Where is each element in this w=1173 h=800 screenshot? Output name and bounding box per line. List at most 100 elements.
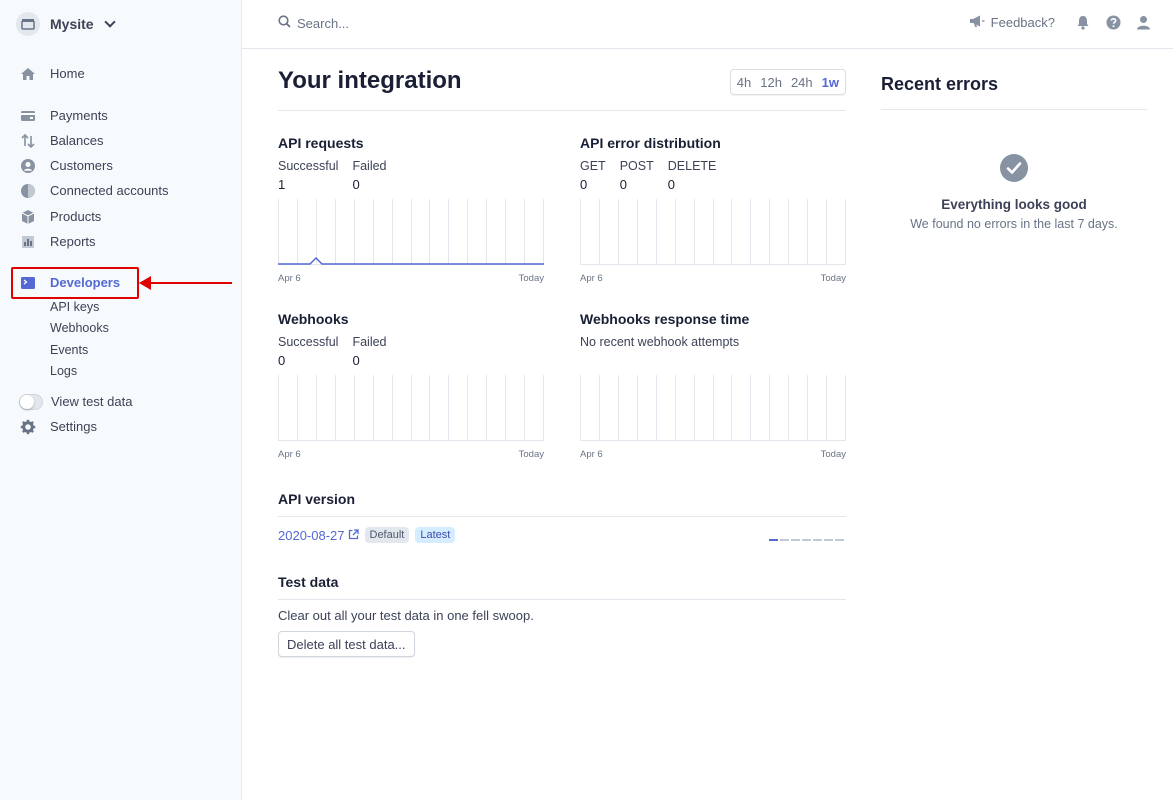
api-version-link[interactable]: 2020-08-27 xyxy=(278,528,359,543)
nav-home[interactable]: Home xyxy=(20,66,85,82)
stat-value: 0 xyxy=(580,177,588,192)
axis-start: Apr 6 xyxy=(580,273,603,284)
toggle-switch[interactable] xyxy=(19,394,43,410)
divider xyxy=(881,109,1147,110)
stat-value: 0 xyxy=(278,353,286,368)
webhooks-chart xyxy=(278,375,544,441)
bell-icon[interactable] xyxy=(1075,15,1091,31)
divider xyxy=(278,599,846,600)
nav-products[interactable]: Products xyxy=(20,209,101,225)
stat-label: POST xyxy=(619,159,654,173)
stat-label: Successful xyxy=(278,335,339,349)
nav-api-keys[interactable]: API keys xyxy=(50,300,99,314)
chart-axis: Apr 6 Today xyxy=(580,449,846,460)
badge-latest: Latest xyxy=(415,527,456,543)
customers-icon xyxy=(20,158,36,174)
external-link-icon xyxy=(348,528,359,543)
nav-logs[interactable]: Logs xyxy=(50,364,77,378)
chart-axis: Apr 6 Today xyxy=(580,273,846,284)
nav-balances-label: Balances xyxy=(50,133,104,148)
reports-icon xyxy=(20,234,36,250)
nav-connected-accounts-label: Connected accounts xyxy=(50,183,169,198)
recent-errors-title: Recent errors xyxy=(881,74,999,94)
webhooks-title: Webhooks xyxy=(278,311,349,327)
range-12h[interactable]: 12h xyxy=(760,75,782,90)
stat-label: DELETE xyxy=(667,159,717,173)
range-1w[interactable]: 1w xyxy=(822,75,839,90)
globe-icon xyxy=(20,183,36,199)
payments-icon xyxy=(20,108,36,124)
stat-get: GET 0 xyxy=(580,159,606,192)
api-requests-stats: Successful 1 Failed 0 xyxy=(278,159,544,192)
webhooks-response-title: Webhooks response time xyxy=(580,311,750,327)
axis-end: Today xyxy=(518,449,544,460)
webhooks-card: Webhooks Successful 0 Failed 0 Apr 6 Today xyxy=(278,311,544,460)
stat-value: 0 xyxy=(352,177,360,192)
store-icon xyxy=(16,12,40,36)
nav-connected-accounts[interactable]: Connected accounts xyxy=(20,183,169,199)
badge-default: Default xyxy=(364,527,410,543)
api-version-value: 2020-08-27 xyxy=(278,527,345,543)
stat-value: 0 xyxy=(352,353,360,368)
search-input[interactable]: Search... xyxy=(297,16,349,31)
stat-post: POST 0 xyxy=(620,159,654,192)
user-icon[interactable] xyxy=(1135,15,1151,31)
account-switcher[interactable]: Mysite xyxy=(16,12,116,36)
nav-reports[interactable]: Reports xyxy=(20,234,96,250)
chart-axis: Apr 6 Today xyxy=(278,273,544,284)
gear-icon xyxy=(20,419,36,435)
axis-start: Apr 6 xyxy=(278,273,301,284)
nav-settings[interactable]: Settings xyxy=(20,419,97,435)
nav-customers[interactable]: Customers xyxy=(20,158,113,174)
chart-grid xyxy=(580,375,846,441)
axis-end: Today xyxy=(820,449,846,460)
test-data-title: Test data xyxy=(278,574,339,590)
api-requests-line xyxy=(278,256,544,265)
chart-grid xyxy=(278,375,544,441)
stat-delete: DELETE 0 xyxy=(668,159,717,192)
time-range-selector: 4h 12h 24h 1w xyxy=(729,69,846,95)
stat-failed: Failed 0 xyxy=(352,335,386,368)
nav-events[interactable]: Events xyxy=(50,343,88,357)
api-errors-title: API error distribution xyxy=(580,135,721,151)
status-subtitle: We found no errors in the last 7 days. xyxy=(910,217,1118,231)
webhooks-response-card: Webhooks response time No recent webhook… xyxy=(580,311,846,460)
divider xyxy=(278,516,846,517)
webhooks-response-note: No recent webhook attempts xyxy=(580,335,740,349)
view-test-data-toggle[interactable]: View test data xyxy=(19,394,132,410)
nav-developers-label: Developers xyxy=(50,275,121,290)
stat-label: Failed xyxy=(352,159,387,173)
axis-start: Apr 6 xyxy=(580,449,603,460)
nav-settings-label: Settings xyxy=(50,419,97,434)
chevron-down-icon xyxy=(103,16,116,28)
check-circle-icon xyxy=(1000,154,1028,182)
box-icon xyxy=(20,209,36,225)
feedback-button[interactable]: Feedback? xyxy=(969,14,1055,31)
topbar: Search... Feedback? xyxy=(242,0,1173,49)
search-bar[interactable]: Search... xyxy=(278,15,349,31)
help-icon[interactable] xyxy=(1105,15,1121,31)
range-24h[interactable]: 24h xyxy=(791,75,813,90)
view-test-data-label: View test data xyxy=(51,394,133,409)
api-version-row: 2020-08-27 Default Latest xyxy=(278,527,456,543)
timeline-segment xyxy=(835,539,844,541)
nav-payments[interactable]: Payments xyxy=(20,108,108,124)
test-data-description: Clear out all your test data in one fell… xyxy=(278,608,534,623)
account-name: Mysite xyxy=(50,16,94,32)
nav-payments-label: Payments xyxy=(50,108,108,123)
stat-label: Successful xyxy=(278,159,339,173)
api-requests-title: API requests xyxy=(278,135,364,151)
delete-test-data-button[interactable]: Delete all test data... xyxy=(278,631,415,657)
stat-value: 1 xyxy=(278,177,286,192)
axis-end: Today xyxy=(518,273,544,284)
api-version-title: API version xyxy=(278,491,356,507)
nav-developers[interactable]: Developers xyxy=(20,275,120,291)
timeline-segment xyxy=(780,539,789,541)
nav-webhooks[interactable]: Webhooks xyxy=(50,321,109,335)
api-errors-card: API error distribution GET 0 POST 0 DELETE… xyxy=(580,135,846,284)
annotation-arrow-line xyxy=(150,282,232,284)
nav-balances[interactable]: Balances xyxy=(20,133,103,149)
range-4h[interactable]: 4h xyxy=(737,75,751,90)
topbar-actions: Feedback? xyxy=(969,14,1151,31)
timeline-segment xyxy=(824,539,833,541)
